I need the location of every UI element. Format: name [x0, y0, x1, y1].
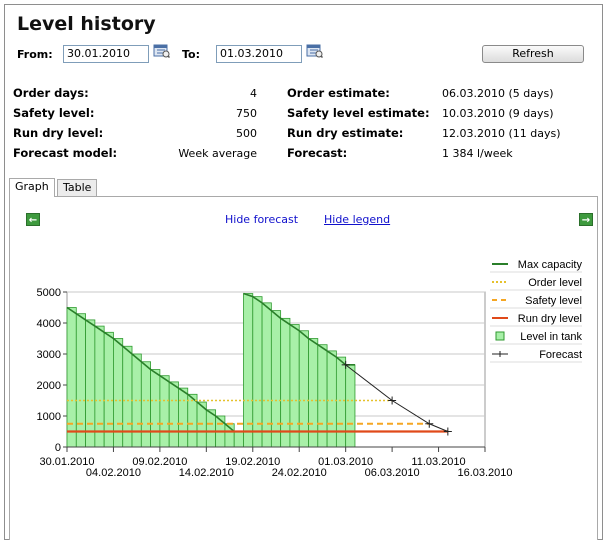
- tab-graph[interactable]: Graph: [9, 178, 55, 197]
- calendar-icon[interactable]: [153, 43, 170, 58]
- forecast-model-value: Week average: [178, 147, 257, 160]
- hide-legend-link[interactable]: Hide legend: [324, 213, 390, 226]
- arrow-right-icon[interactable]: →: [579, 213, 593, 226]
- safety-level-value: 750: [236, 107, 257, 120]
- hide-forecast-link[interactable]: Hide forecast: [225, 213, 298, 226]
- to-date-input[interactable]: 01.03.2010: [216, 45, 302, 63]
- safety-level-estimate-label: Safety level estimate:: [287, 106, 430, 120]
- from-date-input[interactable]: 30.01.2010: [63, 45, 149, 63]
- run-dry-level-value: 500: [236, 127, 257, 140]
- arrow-left-icon[interactable]: ←: [26, 213, 40, 226]
- order-days-value: 4: [250, 87, 257, 100]
- forecast-value: 1 384 l/week: [442, 147, 513, 160]
- order-estimate-label: Order estimate:: [287, 86, 390, 100]
- order-days-label: Order days:: [13, 86, 89, 100]
- safety-level-estimate-value: 10.03.2010 (9 days): [442, 107, 554, 120]
- forecast-label: Forecast:: [287, 146, 348, 160]
- forecast-model-label: Forecast model:: [13, 146, 118, 160]
- from-label: From:: [17, 48, 53, 61]
- page-title: Level history: [17, 13, 156, 35]
- run-dry-level-label: Run dry level:: [13, 126, 104, 140]
- calendar-icon[interactable]: [306, 43, 323, 58]
- graph-panel: [9, 196, 598, 540]
- run-dry-estimate-label: Run dry estimate:: [287, 126, 404, 140]
- tab-table[interactable]: Table: [57, 179, 98, 196]
- refresh-button[interactable]: Refresh: [482, 45, 584, 63]
- order-estimate-value: 06.03.2010 (5 days): [442, 87, 554, 100]
- safety-level-label: Safety level:: [13, 106, 95, 120]
- to-label: To:: [182, 48, 200, 61]
- run-dry-estimate-value: 12.03.2010 (11 days): [442, 127, 561, 140]
